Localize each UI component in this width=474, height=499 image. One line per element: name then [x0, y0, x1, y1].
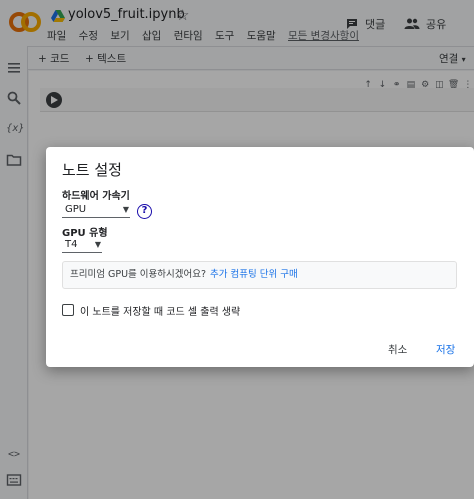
- hardware-accelerator-value: GPU: [65, 204, 87, 215]
- dialog-title: 노트 설정: [62, 161, 122, 179]
- hardware-accelerator-label: 하드웨어 가속기: [62, 191, 130, 202]
- omit-output-label[interactable]: 이 노트를 저장할 때 코드 셀 출력 생략: [80, 303, 240, 318]
- save-button[interactable]: 저장: [436, 342, 455, 357]
- buy-compute-units-link[interactable]: 추가 컴퓨팅 단위 구매: [210, 269, 298, 280]
- premium-gpu-promo: 프리미엄 GPU를 이용하시겠어요? 추가 컴퓨팅 단위 구매: [62, 261, 457, 289]
- gpu-type-value: T4: [65, 239, 78, 250]
- chevron-down-icon: ▼: [122, 205, 129, 214]
- help-icon[interactable]: ?: [137, 204, 152, 219]
- notebook-settings-dialog: 노트 설정 하드웨어 가속기 GPU ▼ ? GPU 유형 T4 ▼ 프리미엄 …: [46, 147, 474, 367]
- gpu-type-select[interactable]: T4 ▼: [62, 239, 102, 253]
- chevron-down-icon: ▼: [94, 240, 101, 249]
- gpu-type-label: GPU 유형: [62, 228, 108, 239]
- hardware-accelerator-select[interactable]: GPU ▼: [62, 204, 130, 218]
- cancel-button[interactable]: 취소: [388, 342, 407, 357]
- omit-output-checkbox[interactable]: [62, 304, 74, 316]
- promo-text: 프리미엄 GPU를 이용하시겠어요?: [70, 269, 207, 280]
